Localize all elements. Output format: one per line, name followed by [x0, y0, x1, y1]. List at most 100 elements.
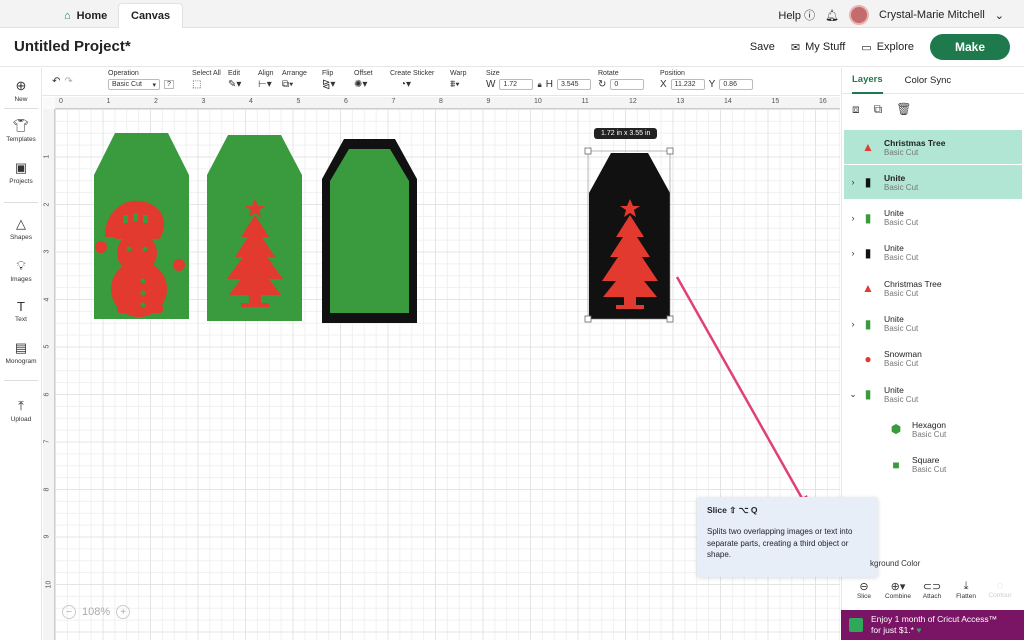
- edit-label: Edit: [228, 70, 241, 77]
- chevron-icon[interactable]: ›: [846, 213, 860, 223]
- layer-name: Snowman: [884, 349, 922, 360]
- layer-item[interactable]: › ▮ Unite Basic Cut: [844, 236, 1022, 270]
- avatar[interactable]: [849, 5, 870, 25]
- sticker-icon[interactable]: ◔▾: [400, 79, 411, 90]
- height-field[interactable]: 3.545: [556, 79, 591, 90]
- tab-canvas[interactable]: Canvas: [118, 3, 184, 28]
- chevron-icon[interactable]: ⌄: [846, 389, 860, 400]
- redo-icon[interactable]: ↷: [64, 76, 72, 87]
- explore-button[interactable]: ▭ Explore: [861, 41, 914, 54]
- chevron-icon[interactable]: ›: [846, 248, 860, 258]
- attach-button[interactable]: ⊂⊃ Attach: [915, 580, 949, 610]
- select-all-icon[interactable]: ⬚: [192, 79, 201, 90]
- combine-button[interactable]: ⊕▾ Combine: [881, 580, 915, 610]
- trash-icon[interactable]: 🗑︎: [896, 102, 911, 117]
- flip-icon[interactable]: ⧎▾: [322, 79, 335, 90]
- zoom-in-button[interactable]: +: [116, 605, 131, 619]
- sidebar-item-shapes[interactable]: △ Shapes: [0, 216, 42, 241]
- bell-icon[interactable]: 🔔︎: [825, 9, 839, 22]
- divider: [4, 108, 38, 109]
- layer-item[interactable]: ▲ Christmas Tree Basic Cut: [844, 271, 1022, 305]
- help-icon: ⓘ: [804, 10, 816, 22]
- tab-home[interactable]: ⌂ Home: [52, 3, 119, 28]
- layer-operation: Basic Cut: [884, 359, 919, 369]
- size-label: Size: [486, 70, 500, 77]
- lock-icon[interactable]: 🔒︎: [537, 80, 541, 90]
- attach-icon: ⊂⊃: [922, 581, 942, 593]
- help-link[interactable]: Help ⓘ: [778, 7, 815, 23]
- annotation-arrow: [675, 276, 811, 511]
- rotate-field[interactable]: 0: [610, 79, 645, 90]
- layer-item[interactable]: › ▮ Unite Basic Cut: [844, 307, 1022, 341]
- tag-black-outline[interactable]: [322, 139, 417, 323]
- layer-item[interactable]: ⌄ ▮ Unite Basic Cut: [844, 377, 1022, 411]
- undo-icon[interactable]: ↶: [52, 76, 60, 87]
- tab-layers[interactable]: Layers: [852, 67, 883, 94]
- sidebar-item-text[interactable]: T Text: [0, 299, 42, 323]
- duplicate-icon[interactable]: ⧉: [874, 102, 883, 117]
- pencil-icon[interactable]: ✎▾: [228, 79, 241, 90]
- sidebar-label-projects: Projects: [9, 178, 33, 185]
- layer-item[interactable]: › ▮ Unite Basic Cut: [844, 165, 1022, 200]
- offset-group: Offset ✺▾: [354, 70, 373, 90]
- y-field[interactable]: 0.86: [719, 79, 754, 90]
- lightbulb-icon: 💡︎: [16, 258, 26, 273]
- sidebar-item-images[interactable]: 💡︎ Images: [0, 258, 42, 283]
- layer-name: Christmas Tree: [884, 137, 946, 148]
- layer-thumbnail: ▲: [862, 281, 874, 296]
- offset-icon[interactable]: ✺▾: [354, 79, 367, 90]
- group-icon[interactable]: ⧈: [852, 102, 860, 117]
- promo-banner[interactable]: Enjoy 1 month of Cricut Access™ for just …: [841, 610, 1024, 640]
- slice-button[interactable]: ⊖ Slice: [847, 580, 881, 610]
- save-button[interactable]: Save: [750, 41, 775, 53]
- layer-operation: Basic Cut: [884, 288, 919, 298]
- layer-item[interactable]: ■ Square Basic Cut: [844, 448, 1022, 482]
- top-tab-bar: ⌂ Home Canvas Help ⓘ 🔔︎ Crystal-Marie Mi…: [0, 0, 1024, 28]
- flatten-button[interactable]: ⤓ Flatten: [949, 580, 983, 610]
- plus-icon: ⊕: [15, 78, 27, 93]
- zoom-level: 108%: [82, 606, 111, 618]
- tag-tree-black-selected[interactable]: [584, 147, 674, 323]
- my-stuff-button[interactable]: ✉ My Stuff: [791, 41, 845, 54]
- operation-value: Basic Cut: [112, 81, 142, 88]
- tag-snowman[interactable]: [94, 133, 189, 319]
- sidebar-item-projects[interactable]: ▣ Projects: [0, 160, 42, 185]
- align-icon[interactable]: ⊢▾: [258, 79, 272, 90]
- sidebar-item-templates[interactable]: 👕︎ Templates: [0, 118, 42, 143]
- sidebar-item-upload[interactable]: ⤒ Upload: [0, 398, 42, 423]
- height-label: H: [545, 79, 553, 90]
- divider: [4, 202, 38, 203]
- operation-select[interactable]: Basic Cut ▾: [108, 79, 160, 90]
- sidebar-item-monogram[interactable]: ▤ Monogram: [0, 340, 42, 365]
- user-name[interactable]: Crystal-Marie Mitchell: [879, 9, 985, 21]
- layer-name: Hexagon: [912, 419, 947, 430]
- zoom-control: − 108% +: [62, 605, 131, 619]
- chevron-icon[interactable]: ›: [846, 177, 860, 187]
- combine-label: Combine: [884, 593, 911, 600]
- arrange-icon[interactable]: ⧉▾: [282, 79, 293, 90]
- tag-tree-green[interactable]: [207, 135, 302, 321]
- sidebar-label-upload: Upload: [10, 416, 32, 423]
- contour-button[interactable]: ◌ Contour: [983, 580, 1017, 610]
- layer-item[interactable]: › ▮ Unite Basic Cut: [844, 201, 1022, 235]
- zoom-out-button[interactable]: −: [62, 605, 76, 619]
- chevron-down-icon[interactable]: ⌄: [995, 9, 1004, 22]
- layer-item[interactable]: ▲ Christmas Tree Basic Cut: [844, 130, 1022, 164]
- width-label: W: [486, 79, 496, 90]
- make-button[interactable]: Make: [930, 34, 1010, 60]
- machine-icon: ▭: [861, 41, 872, 54]
- divider: [4, 380, 38, 381]
- layer-item[interactable]: ⬢ Hexagon Basic Cut: [844, 412, 1022, 446]
- contour-label: Contour: [988, 592, 1012, 599]
- warp-icon[interactable]: ⩩▾: [450, 79, 460, 90]
- layer-item[interactable]: ● Snowman Basic Cut: [844, 342, 1022, 376]
- project-header: Untitled Project* Save ✉ My Stuff ▭ Explor…: [0, 29, 1024, 67]
- width-field[interactable]: 1.72: [499, 79, 534, 90]
- chevron-icon[interactable]: ›: [846, 319, 860, 329]
- help-icon[interactable]: ?: [164, 80, 174, 89]
- tab-color-sync[interactable]: Color Sync: [905, 75, 951, 86]
- sidebar-item-new[interactable]: ⊕ New: [0, 78, 42, 103]
- x-field[interactable]: 11.232: [670, 79, 705, 90]
- layer-operation: Basic Cut: [884, 182, 919, 192]
- project-title[interactable]: Untitled Project*: [14, 38, 131, 55]
